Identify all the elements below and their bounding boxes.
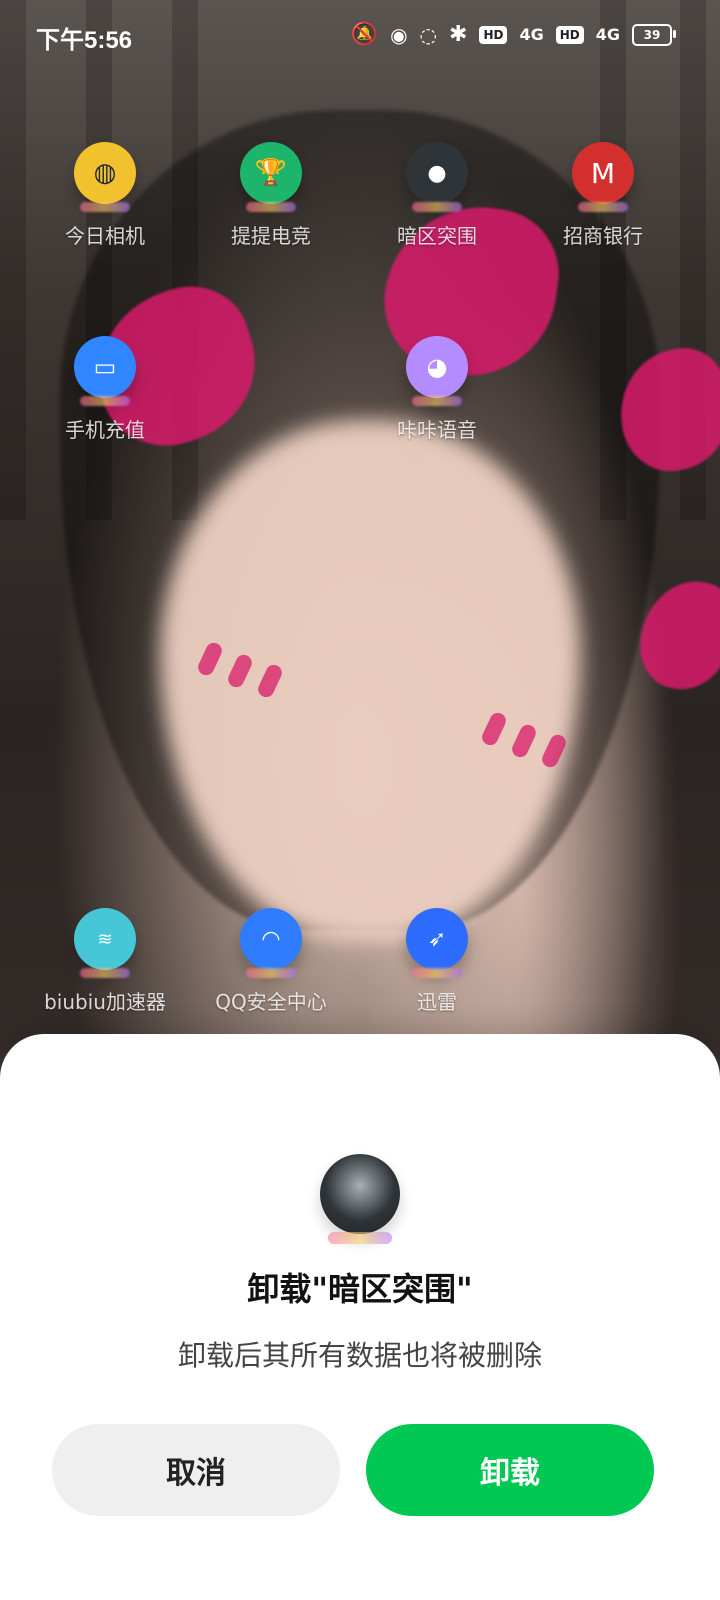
app-label: 咔咔语音 [397, 418, 477, 442]
app-xunlei[interactable]: ➶ 迅雷 [362, 908, 512, 1015]
app-titi-esports[interactable]: 🏆 提提电竞 [196, 142, 346, 249]
phone-icon: ▭ [74, 336, 136, 398]
uninstall-button[interactable]: 卸载 [366, 1424, 654, 1516]
app-label: 提提电竞 [231, 224, 311, 248]
app-today-camera[interactable]: ◍ 今日相机 [30, 142, 180, 249]
app-label: 暗区突围 [397, 224, 477, 248]
status-icons: 🔕 ◉ ◌ ✱ HD 4G HD 4G 39 [350, 22, 676, 47]
app-phone-recharge[interactable]: ▭ 手机充值 [30, 336, 180, 443]
app-label: 手机充值 [65, 418, 145, 442]
hd-icon: HD [555, 25, 584, 44]
trophy-icon: 🏆 [240, 142, 302, 204]
signal-4g-icon: 4G [595, 25, 620, 44]
wallpaper-stripe [0, 0, 26, 520]
app-qq-security-center[interactable]: ◠ QQ安全中心 [196, 908, 346, 1015]
bell-off-icon: 🔕 [350, 22, 379, 47]
bank-icon: M [572, 142, 634, 204]
camera-app-icon: ◍ [74, 142, 136, 204]
app-label: 迅雷 [417, 990, 457, 1014]
app-label: 招商银行 [563, 224, 643, 248]
wallpaper-face [160, 420, 580, 940]
hd-icon: HD [479, 25, 508, 44]
status-time: 下午5:56 [36, 27, 133, 54]
bunny-icon: ◕ [406, 336, 468, 398]
dialog-message: 卸载后其所有数据也将被删除 [177, 1339, 542, 1372]
app-label: 今日相机 [65, 224, 145, 248]
signal-4g-icon: 4G [519, 25, 544, 44]
app-biubiu-accelerator[interactable]: ≋ biubiu加速器 [30, 908, 180, 1015]
status-bar: 下午5:56 🔕 ◉ ◌ ✱ HD 4G HD 4G 39 [0, 0, 720, 70]
app-china-merchants-bank[interactable]: M 招商银行 [528, 142, 678, 249]
qq-icon: ◠ [240, 908, 302, 970]
battery-level: 39 [643, 27, 661, 42]
app-kaka-voice[interactable]: ◕ 咔咔语音 [362, 336, 512, 443]
accelerator-icon: ≋ [74, 908, 136, 970]
bluetooth-icon: ✱ [449, 22, 468, 47]
game-icon: ● [406, 142, 468, 204]
app-label: biubiu加速器 [44, 990, 166, 1014]
cat-icon: ◌ [419, 22, 437, 47]
uninstall-dialog: 卸载"暗区突围" 卸载后其所有数据也将被删除 取消 卸载 [0, 1034, 720, 1600]
dialog-title: 卸载"暗区突围" [247, 1270, 473, 1308]
bird-icon: ➶ [406, 908, 468, 970]
app-arena-breakout[interactable]: ● 暗区突围 [362, 142, 512, 249]
cancel-button[interactable]: 取消 [52, 1424, 340, 1516]
app-icon [320, 1154, 400, 1244]
android-icon: ◉ [390, 22, 408, 47]
app-label: QQ安全中心 [215, 990, 327, 1014]
battery-icon: 39 [632, 23, 676, 46]
